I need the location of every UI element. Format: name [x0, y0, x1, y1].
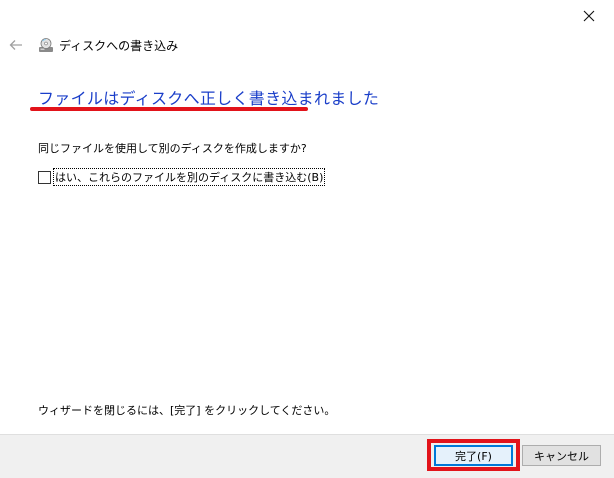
finish-button[interactable]: 完了(F) — [434, 445, 513, 466]
question-text: 同じファイルを使用して別のディスクを作成しますか? — [38, 142, 307, 155]
burn-another-disc-option[interactable]: はい、これらのファイルを別のディスクに書き込む(B) — [38, 168, 326, 186]
close-icon — [583, 10, 595, 22]
wizard-header: ディスクへの書き込み — [8, 36, 178, 54]
wizard-title: ディスクへの書き込み — [59, 38, 179, 53]
burn-another-disc-label[interactable]: はい、これらのファイルを別のディスクに書き込む(B) — [53, 168, 326, 186]
burn-another-disc-checkbox[interactable] — [38, 170, 51, 184]
heading-highlight-underline — [30, 107, 308, 111]
cancel-button[interactable]: キャンセル — [522, 445, 601, 466]
back-button[interactable] — [8, 37, 24, 53]
footer-instruction: ウィザードを閉じるには、[完了] をクリックしてください。 — [38, 404, 336, 417]
back-arrow-icon — [9, 40, 22, 50]
close-button[interactable] — [574, 4, 604, 28]
disc-burn-icon — [38, 37, 54, 53]
page-heading: ファイルはディスクへ正しく書き込まれました — [38, 89, 380, 108]
